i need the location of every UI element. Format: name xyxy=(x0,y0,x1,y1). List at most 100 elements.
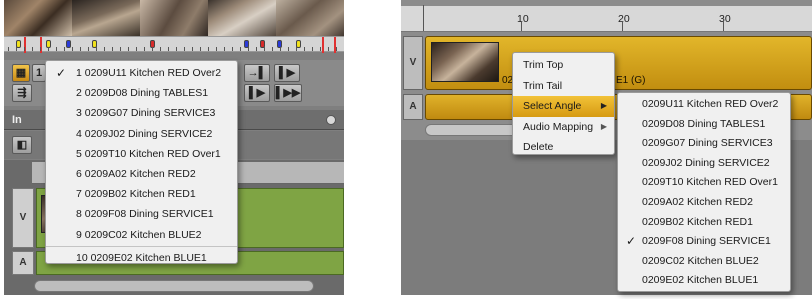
ruler-tick xyxy=(120,47,121,51)
audio-tools-button[interactable]: ⇶ xyxy=(12,84,32,102)
ruler-tick xyxy=(8,47,9,51)
ruler-tick xyxy=(622,21,623,31)
submenu-item-angle-6[interactable]: 0209A02 Kitchen RED2 xyxy=(618,193,790,213)
submenu-item-angle-10[interactable]: 0209E02 Kitchen BLUE1 xyxy=(618,271,790,291)
ruler-tick xyxy=(184,47,185,51)
menu-item-label: 0209U11 Kitchen RED Over2 xyxy=(642,98,779,110)
ruler-tick xyxy=(192,47,193,51)
submenu-item-angle-3[interactable]: 0209G07 Dining SERVICE3 xyxy=(618,134,790,154)
context-item-select-angle[interactable]: Select Angle ▶ xyxy=(513,96,614,117)
menu-item-angle-3[interactable]: 3 0209G07 Dining SERVICE3 xyxy=(46,103,237,123)
ruler-label: 20 xyxy=(618,13,630,25)
context-item-trim-top[interactable]: Trim Top xyxy=(513,55,614,76)
ruler-tick xyxy=(723,21,724,31)
video-track-header[interactable]: V xyxy=(403,36,423,90)
ruler-tick xyxy=(216,47,217,51)
menu-item-angle-4[interactable]: 4 0209J02 Dining SERVICE2 xyxy=(46,124,237,144)
menu-item-label: Select Angle xyxy=(523,100,582,113)
timeline-tool-button[interactable]: ◧ xyxy=(12,136,32,154)
ruler-tick xyxy=(312,47,313,51)
context-item-trim-tail[interactable]: Trim Tail xyxy=(513,76,614,97)
menu-item-label: 0209D08 Dining TABLES1 xyxy=(642,117,766,130)
ruler-tick xyxy=(48,47,49,51)
ruler-tick xyxy=(176,47,177,51)
multicam-video-clip[interactable]: 02 E1 (G) xyxy=(425,36,812,90)
menu-item-label: 0209A02 Kitchen RED2 xyxy=(642,195,753,208)
horizontal-scrollbar[interactable] xyxy=(34,280,314,292)
ruler-tick xyxy=(80,47,81,51)
menu-item-angle-7[interactable]: 7 0209B02 Kitchen RED1 xyxy=(46,184,237,204)
menu-item-angle-2[interactable]: 2 0209D08 Dining TABLES1 xyxy=(46,83,237,103)
menu-item-label: 8 0209F08 Dining SERVICE1 xyxy=(76,208,214,221)
audio-track-header[interactable]: A xyxy=(12,251,34,275)
video-track-header[interactable]: V xyxy=(12,188,34,248)
ruler-tick xyxy=(200,47,201,51)
ruler-tick xyxy=(24,47,25,51)
ruler-tick xyxy=(64,47,65,51)
timeline-ruler[interactable]: 10 20 30 xyxy=(401,5,812,32)
menu-item-angle-8[interactable]: 8 0209F08 Dining SERVICE1 xyxy=(46,204,237,224)
ruler-tick xyxy=(224,47,225,51)
select-angle-submenu: 0209U11 Kitchen RED Over2 0209D08 Dining … xyxy=(617,92,791,292)
context-item-audio-mapping[interactable]: Audio Mapping ▶ xyxy=(513,117,614,138)
marker-bar[interactable] xyxy=(4,36,344,53)
video-frame xyxy=(276,0,344,38)
menu-item-label: 0209F08 Dining SERVICE1 xyxy=(642,235,771,248)
menu-item-angle-5[interactable]: 5 0209T10 Kitchen RED Over1 xyxy=(46,144,237,164)
menu-item-angle-10[interactable]: 10 0209E02 Kitchen BLUE1 xyxy=(46,248,237,268)
ruler-tick xyxy=(56,47,57,51)
forward-button[interactable]: →▌ xyxy=(244,64,270,82)
video-frame xyxy=(140,0,208,38)
submenu-arrow-icon: ▶ xyxy=(600,101,607,111)
ruler-tick xyxy=(240,47,241,51)
submenu-item-angle-1[interactable]: 0209U11 Kitchen RED Over2 xyxy=(618,95,790,115)
ruler-tick xyxy=(272,47,273,51)
submenu-item-angle-4[interactable]: 0209J02 Dining SERVICE2 xyxy=(618,154,790,174)
play-in-out-button[interactable]: ▌▶ xyxy=(274,64,300,82)
menu-item-label: 9 0209C02 Kitchen BLUE2 xyxy=(76,228,202,241)
menu-item-label: 0209T10 Kitchen RED Over1 xyxy=(642,176,778,189)
ruler-tick xyxy=(136,47,137,51)
menu-item-angle-6[interactable]: 6 0209A02 Kitchen RED2 xyxy=(46,164,237,184)
submenu-item-angle-2[interactable]: 0209D08 Dining TABLES1 xyxy=(618,115,790,135)
video-frame xyxy=(4,0,72,38)
submenu-item-angle-5[interactable]: 0209T10 Kitchen RED Over1 xyxy=(618,173,790,193)
ruler-tick xyxy=(128,47,129,51)
marker-icon[interactable] xyxy=(66,40,71,48)
menu-item-label: 3 0209G07 Dining SERVICE3 xyxy=(76,107,216,120)
panel-menu-icon[interactable] xyxy=(326,115,336,125)
submenu-item-angle-8[interactable]: ✓ 0209F08 Dining SERVICE1 xyxy=(618,232,790,252)
menu-item-label: 0209E02 Kitchen BLUE1 xyxy=(642,274,759,287)
menu-item-label: 6 0209A02 Kitchen RED2 xyxy=(76,167,196,180)
ruler-tick xyxy=(304,47,305,51)
ruler-tick xyxy=(104,47,105,51)
ruler-tick xyxy=(144,47,145,51)
video-frame xyxy=(72,0,140,38)
ruler-tick xyxy=(88,47,89,51)
grid-view-button[interactable]: ▦ xyxy=(12,64,30,82)
clip-context-menu: Trim Top Trim Tail Select Angle ▶ Audio Mapp… xyxy=(512,52,615,155)
ruler-tick xyxy=(336,47,337,51)
ruler-tick xyxy=(328,47,329,51)
menu-item-label: 0209C02 Kitchen BLUE2 xyxy=(642,254,759,267)
menu-separator xyxy=(46,245,237,247)
audio-track-header[interactable]: A xyxy=(403,94,423,120)
step-forward-fast-button[interactable]: ▌▶▶ xyxy=(274,84,302,102)
menu-item-angle-1[interactable]: ✓ 1 0209U11 Kitchen RED Over2 xyxy=(46,63,237,83)
track-number-button[interactable]: 1 xyxy=(32,64,46,82)
in-out-mark[interactable] xyxy=(322,37,324,53)
submenu-arrow-icon: ▶ xyxy=(600,121,607,131)
menu-item-label: 0209G07 Dining SERVICE3 xyxy=(642,137,773,150)
context-item-delete[interactable]: Delete xyxy=(513,137,614,158)
step-forward-button[interactable]: ▌▶ xyxy=(244,84,270,102)
submenu-item-angle-7[interactable]: 0209B02 Kitchen RED1 xyxy=(618,213,790,233)
menu-item-angle-9[interactable]: 9 0209C02 Kitchen BLUE2 xyxy=(46,225,237,245)
timeline-tab[interactable]: In xyxy=(12,114,22,126)
submenu-item-angle-9[interactable]: 0209C02 Kitchen BLUE2 xyxy=(618,252,790,272)
menu-item-label: Delete xyxy=(523,141,554,154)
ruler-tick xyxy=(248,47,249,51)
clip-name-end: E1 (G) xyxy=(616,75,646,86)
source-video-strip xyxy=(4,0,344,38)
ruler-tick xyxy=(16,47,17,51)
menu-item-label: Audio Mapping xyxy=(523,120,594,133)
